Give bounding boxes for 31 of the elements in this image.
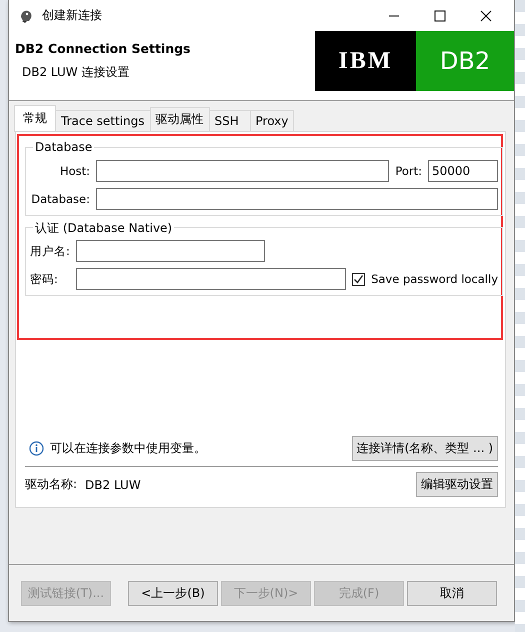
checkbox-label: Save password locally xyxy=(371,272,498,286)
maximize-icon[interactable] xyxy=(434,10,446,22)
group-legend: Database xyxy=(33,140,94,154)
page-title: DB2 Connection Settings xyxy=(15,41,192,56)
dialog-button[interactable]: 取消 xyxy=(407,580,497,606)
host-label: Host: xyxy=(58,164,90,178)
connection-details-button[interactable]: 连接详情(名称、类型 ... ) xyxy=(352,436,498,461)
password-field[interactable] xyxy=(76,268,346,290)
dialog-button[interactable]: <上一步(B) xyxy=(128,580,218,606)
username-label: 用户名: xyxy=(30,244,70,258)
driver-name: DB2 LUW xyxy=(85,478,141,492)
driver-name-label: 驱动名称: xyxy=(25,476,78,493)
host-field[interactable] xyxy=(96,160,390,182)
checkbox[interactable] xyxy=(352,272,366,286)
edit-driver-button[interactable]: 编辑驱动设置 xyxy=(416,472,498,497)
db2-logo: DB2 xyxy=(416,31,514,91)
password-label: 密码: xyxy=(30,272,59,286)
tab[interactable]: Proxy xyxy=(250,110,294,131)
tab[interactable]: 常规 xyxy=(14,105,56,132)
window-title: 创建新连接 xyxy=(42,7,102,24)
database-label: Database: xyxy=(30,192,90,206)
port-label: Port: xyxy=(395,164,422,178)
group-legend: 认证 (Database Native) xyxy=(33,220,174,237)
username-field[interactable] xyxy=(76,240,265,262)
ibm-logo: IBM xyxy=(315,31,416,91)
database-field[interactable] xyxy=(96,188,498,210)
info-icon xyxy=(29,441,44,456)
info-text: 可以在连接参数中使用变量。 xyxy=(50,440,206,457)
close-icon[interactable] xyxy=(480,10,492,22)
port-field[interactable]: 50000 xyxy=(428,160,498,182)
page-subtitle: DB2 LUW 连接设置 xyxy=(22,64,130,81)
